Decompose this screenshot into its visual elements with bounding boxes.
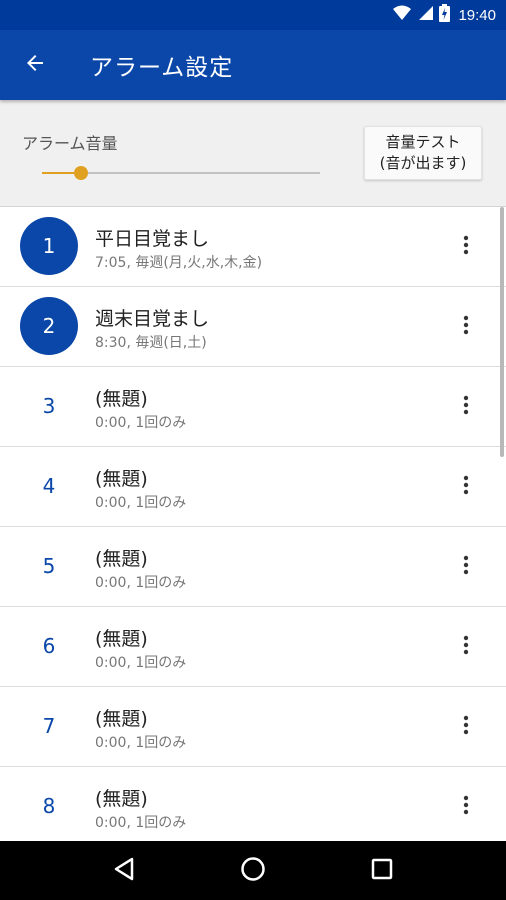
alarm-row[interactable]: 5 (無題) 0:00, 1回のみ bbox=[0, 527, 506, 607]
back-button[interactable] bbox=[0, 30, 70, 100]
more-vert-icon bbox=[463, 795, 469, 819]
alarm-subtitle: 8:30, 毎週(日,土) bbox=[95, 335, 207, 351]
alarm-subtitle: 0:00, 1回のみ bbox=[95, 815, 187, 831]
alarm-title: (無題) bbox=[95, 388, 148, 410]
alarm-subtitle: 0:00, 1回のみ bbox=[95, 655, 187, 671]
alarm-title: 平日目覚まし bbox=[95, 228, 210, 250]
status-time: 19:40 bbox=[458, 6, 496, 24]
nav-recents-button[interactable] bbox=[352, 841, 412, 900]
alarm-number: 2 bbox=[20, 297, 78, 355]
more-vert-icon bbox=[463, 475, 469, 499]
alarm-title: (無題) bbox=[95, 548, 148, 570]
alarm-row[interactable]: 7 (無題) 0:00, 1回のみ bbox=[0, 687, 506, 767]
alarm-title: 週末目覚まし bbox=[95, 308, 210, 330]
alarm-row[interactable]: 3 (無題) 0:00, 1回のみ bbox=[0, 367, 506, 447]
nav-back-button[interactable] bbox=[94, 841, 154, 900]
alarm-number: 7 bbox=[42, 714, 56, 738]
alarm-more-button[interactable] bbox=[448, 227, 484, 267]
alarm-row[interactable]: 6 (無題) 0:00, 1回のみ bbox=[0, 607, 506, 687]
navigation-bar bbox=[0, 841, 506, 900]
alarm-title: (無題) bbox=[95, 468, 148, 490]
volume-test-button[interactable]: 音量テスト (音が出ます) bbox=[364, 126, 482, 180]
alarm-title: (無題) bbox=[95, 628, 148, 650]
more-vert-icon bbox=[463, 315, 469, 339]
alarm-title: (無題) bbox=[95, 788, 148, 810]
more-vert-icon bbox=[463, 235, 469, 259]
volume-test-label-line2: (音が出ます) bbox=[379, 154, 467, 172]
alarm-number: 6 bbox=[42, 634, 56, 658]
alarm-more-button[interactable] bbox=[448, 787, 484, 827]
scrollbar[interactable] bbox=[500, 207, 504, 457]
alarm-subtitle: 7:05, 毎週(月,火,水,木,金) bbox=[95, 255, 263, 271]
wifi-icon bbox=[393, 5, 412, 25]
alarm-more-button[interactable] bbox=[448, 707, 484, 747]
nav-back-icon bbox=[113, 857, 135, 885]
volume-label: アラーム音量 bbox=[22, 134, 118, 153]
alarm-title: (無題) bbox=[95, 708, 148, 730]
alarm-row[interactable]: 1 平日目覚まし 7:05, 毎週(月,火,水,木,金) bbox=[0, 207, 506, 287]
volume-slider[interactable] bbox=[42, 164, 320, 184]
nav-home-icon bbox=[240, 856, 266, 886]
alarm-more-button[interactable] bbox=[448, 547, 484, 587]
alarm-number: 3 bbox=[42, 394, 56, 418]
more-vert-icon bbox=[463, 555, 469, 579]
status-bar: 19:40 bbox=[0, 0, 506, 30]
alarm-subtitle: 0:00, 1回のみ bbox=[95, 735, 187, 751]
app-bar: アラーム設定 bbox=[0, 30, 506, 100]
slider-thumb[interactable] bbox=[73, 166, 88, 180]
alarm-row[interactable]: 8 (無題) 0:00, 1回のみ bbox=[0, 767, 506, 841]
nav-home-button[interactable] bbox=[223, 841, 283, 900]
alarm-more-button[interactable] bbox=[448, 467, 484, 507]
alarm-more-button[interactable] bbox=[448, 387, 484, 427]
alarm-subtitle: 0:00, 1回のみ bbox=[95, 575, 187, 591]
alarm-subtitle: 0:00, 1回のみ bbox=[95, 495, 187, 511]
alarm-more-button[interactable] bbox=[448, 307, 484, 347]
alarm-number: 8 bbox=[42, 794, 56, 818]
alarm-row[interactable]: 2 週末目覚まし 8:30, 毎週(日,土) bbox=[0, 287, 506, 367]
signal-icon bbox=[417, 5, 434, 25]
page-title: アラーム設定 bbox=[90, 55, 234, 81]
alarm-number: 4 bbox=[42, 474, 56, 498]
more-vert-icon bbox=[463, 395, 469, 419]
more-vert-icon bbox=[463, 635, 469, 659]
alarm-more-button[interactable] bbox=[448, 627, 484, 667]
nav-recents-icon bbox=[371, 858, 393, 884]
back-arrow-icon bbox=[23, 51, 47, 79]
more-vert-icon bbox=[463, 715, 469, 739]
alarm-row[interactable]: 4 (無題) 0:00, 1回のみ bbox=[0, 447, 506, 527]
battery-icon bbox=[439, 4, 451, 26]
alarm-number: 5 bbox=[42, 554, 56, 578]
alarm-subtitle: 0:00, 1回のみ bbox=[95, 415, 187, 431]
volume-test-label-line1: 音量テスト bbox=[385, 133, 461, 151]
alarm-list: 1 平日目覚まし 7:05, 毎週(月,火,水,木,金) 2 週末目覚まし 8:30, 毎… bbox=[0, 207, 506, 841]
alarm-number: 1 bbox=[20, 217, 78, 275]
